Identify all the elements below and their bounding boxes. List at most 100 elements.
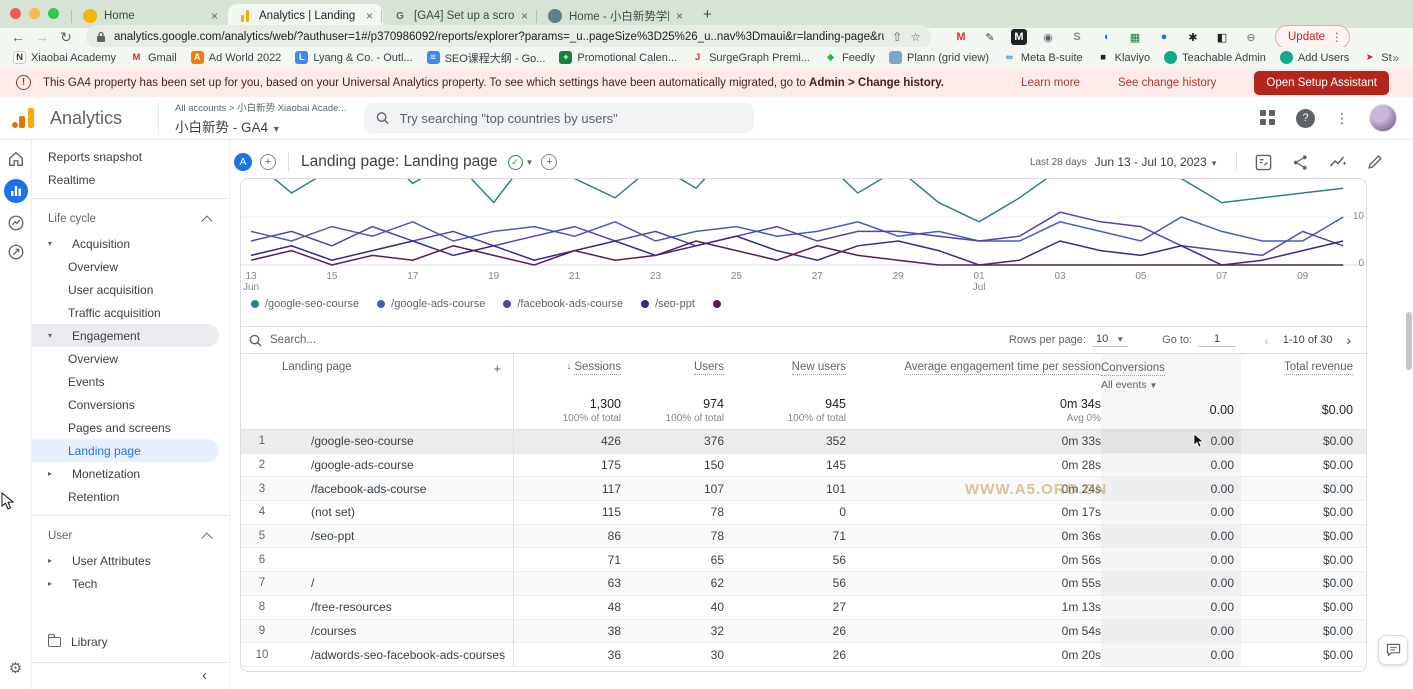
share-icon[interactable] — [1292, 154, 1309, 171]
chrome-update-button[interactable]: Update ⋮ — [1275, 25, 1350, 49]
analytics-logo-icon[interactable] — [12, 106, 42, 130]
reload-icon[interactable]: ↻ — [54, 29, 78, 46]
sidebar-item-retention[interactable]: Retention — [32, 485, 229, 508]
sidebar-item-landing-page[interactable]: Landing page — [32, 439, 219, 462]
sidebar-item-library[interactable]: Library — [32, 633, 229, 652]
column-total-revenue[interactable]: Total revenue — [1241, 354, 1367, 391]
column-users[interactable]: Users — [621, 354, 724, 391]
pen-extension-icon[interactable]: ✎ — [982, 29, 998, 45]
browser-menu-icon[interactable]: ⋮ — [1331, 30, 1343, 44]
chevron-right-icon[interactable]: ▸ — [48, 579, 58, 588]
column-sessions[interactable]: ↓Sessions — [514, 354, 621, 391]
bookmark-plann-grid-view[interactable]: Plann (grid view) — [882, 49, 996, 67]
table-row[interactable]: 67165560m 56s0.00$0.00 — [241, 548, 1366, 572]
property-name[interactable]: 小白新势 - GA4 ▼ — [175, 116, 346, 136]
m-dark-extension-icon[interactable]: M — [1011, 29, 1027, 45]
bookmark-klaviyo[interactable]: ■Klaviyo — [1090, 49, 1157, 67]
collapse-sidebar-icon[interactable]: ‹ — [32, 662, 229, 689]
bw-square-extension-icon[interactable]: ◧ — [1214, 29, 1230, 45]
sidebar-item-acquisition[interactable]: ▾Acquisition — [32, 232, 229, 255]
admin-settings-icon[interactable]: ⚙ — [9, 659, 22, 677]
scorecard-icon[interactable] — [1255, 154, 1272, 171]
feedback-button[interactable] — [1378, 635, 1408, 665]
add-dimension-icon[interactable]: + — [493, 361, 501, 376]
gmail-extension-icon[interactable]: M — [953, 29, 969, 45]
bookmark-start-scale-your[interactable]: ➤Start & Scale Your... — [1356, 49, 1392, 67]
sidebar-item-life-cycle[interactable]: Life cycle — [32, 206, 229, 232]
page-scrollbar[interactable] — [1405, 97, 1413, 689]
profile-extension-icon[interactable]: ⊖ — [1243, 29, 1259, 45]
close-tab-icon[interactable]: × — [676, 9, 683, 23]
forward-icon[interactable]: → — [30, 29, 54, 45]
account-switcher[interactable]: All accounts > 小白新势 Xiaobai Acade... 小白新… — [158, 101, 346, 135]
sidebar-item-user-attributes[interactable]: ▸User Attributes — [32, 549, 229, 572]
new-tab-button[interactable]: + — [703, 6, 712, 23]
bookmark-promotional-calen[interactable]: +Promotional Calen... — [552, 49, 684, 67]
bookmark-star-icon[interactable]: ☆ — [910, 30, 921, 44]
bookmark-feedly[interactable]: ◆Feedly — [817, 49, 882, 67]
sidebar-item-user-acquisition[interactable]: User acquisition — [32, 278, 229, 301]
chevron-down-icon[interactable]: ▾ — [48, 331, 58, 340]
report-saved-badge[interactable]: ✓▼ — [508, 155, 534, 170]
global-search[interactable] — [364, 103, 754, 133]
user-avatar[interactable] — [1369, 104, 1397, 132]
url-text[interactable]: analytics.google.com/analytics/web/?auth… — [114, 31, 884, 43]
close-tab-icon[interactable]: × — [211, 9, 218, 23]
table-row[interactable]: 9/courses3832260m 54s0.00$0.00 — [241, 620, 1366, 644]
advertising-icon[interactable] — [7, 243, 25, 261]
scrollbar-thumb[interactable] — [1406, 312, 1412, 370]
table-row[interactable]: 7/6362560m 55s0.00$0.00 — [241, 572, 1366, 596]
bookmark-seo-go[interactable]: ≡SEO课程大纲 - Go... — [420, 49, 553, 67]
sidebar-item-conversions[interactable]: Conversions — [32, 393, 229, 416]
maximize-window-icon[interactable] — [48, 8, 59, 19]
table-row[interactable]: 8/free-resources4840271m 13s0.00$0.00 — [241, 596, 1366, 620]
home-icon[interactable] — [7, 150, 25, 168]
previous-page-icon[interactable]: ‹ — [1264, 332, 1269, 348]
add-report-icon[interactable]: + — [541, 154, 557, 170]
chevron-right-icon[interactable]: ▸ — [48, 469, 58, 478]
close-tab-icon[interactable]: × — [521, 9, 528, 23]
rows-per-page-select[interactable]: 10▼ — [1092, 333, 1128, 347]
bookmark-meta-b-suite[interactable]: ∞Meta B-suite — [996, 49, 1090, 67]
chevron-up-icon[interactable] — [201, 532, 212, 543]
goto-page-input[interactable]: 1 — [1198, 333, 1236, 347]
table-row[interactable]: 3/facebook-ads-course1171071010m 24s0.00… — [241, 477, 1366, 501]
chevron-down-icon[interactable]: ▾ — [48, 239, 58, 248]
bookmark-lyang-co-outl[interactable]: LLyang & Co. - Outl... — [288, 49, 419, 67]
more-menu-icon[interactable]: ⋮ — [1335, 110, 1349, 127]
sidebar-item-monetization[interactable]: ▸Monetization — [32, 462, 229, 485]
column-avg-engagement-time[interactable]: Average engagement time per session — [846, 354, 1101, 391]
close-tab-icon[interactable]: × — [366, 9, 373, 23]
reports-icon[interactable] — [4, 179, 28, 203]
insights-icon[interactable] — [1329, 154, 1347, 170]
sidebar-item-realtime[interactable]: Realtime — [32, 168, 229, 191]
see-change-history-link[interactable]: See change history — [1118, 77, 1216, 89]
column-new-users[interactable]: New users — [724, 354, 846, 391]
date-range-picker[interactable]: Jun 13 - Jul 10, 2023 ▼ — [1095, 155, 1218, 169]
half-blue-extension-icon[interactable]: ◖ — [1098, 29, 1114, 45]
bookmark-surgegraph-premi[interactable]: JSurgeGraph Premi... — [684, 49, 817, 67]
green-grid-extension-icon[interactable]: ▦ — [1127, 29, 1143, 45]
next-page-icon[interactable]: › — [1346, 332, 1351, 348]
apps-grid-icon[interactable] — [1260, 110, 1276, 126]
sidebar-item-pages-and-screens[interactable]: Pages and screens — [32, 416, 229, 439]
sidebar-item-events[interactable]: Events — [32, 370, 229, 393]
sidebar-item-overview[interactable]: Overview — [32, 347, 229, 370]
back-icon[interactable]: ← — [6, 29, 30, 45]
camera-extension-icon[interactable]: ◉ — [1040, 29, 1056, 45]
paw-extension-icon[interactable]: ✱ — [1185, 29, 1201, 45]
help-icon[interactable]: ? — [1296, 109, 1315, 128]
minimize-window-icon[interactable] — [29, 8, 40, 19]
bookmark-xiaobai-academy[interactable]: NXiaobai Academy — [6, 49, 123, 67]
add-comparison-icon[interactable]: + — [260, 154, 276, 170]
table-search-input[interactable] — [270, 334, 550, 346]
sidebar-item-reports-snapshot[interactable]: Reports snapshot — [32, 145, 229, 168]
close-window-icon[interactable] — [10, 8, 21, 19]
sidebar-item-engagement[interactable]: ▾Engagement — [32, 324, 219, 347]
chevron-up-icon[interactable] — [201, 215, 212, 226]
table-row[interactable]: 4(not set)1157800m 17s0.00$0.00 — [241, 501, 1366, 525]
bookmark-gmail[interactable]: MGmail — [123, 49, 184, 67]
table-row[interactable]: 10/adwords-seo-facebook-ads-courses36302… — [241, 643, 1366, 667]
bookmarks-overflow-icon[interactable]: » — [1392, 51, 1407, 65]
open-setup-assistant-button[interactable]: Open Setup Assistant — [1254, 71, 1389, 95]
